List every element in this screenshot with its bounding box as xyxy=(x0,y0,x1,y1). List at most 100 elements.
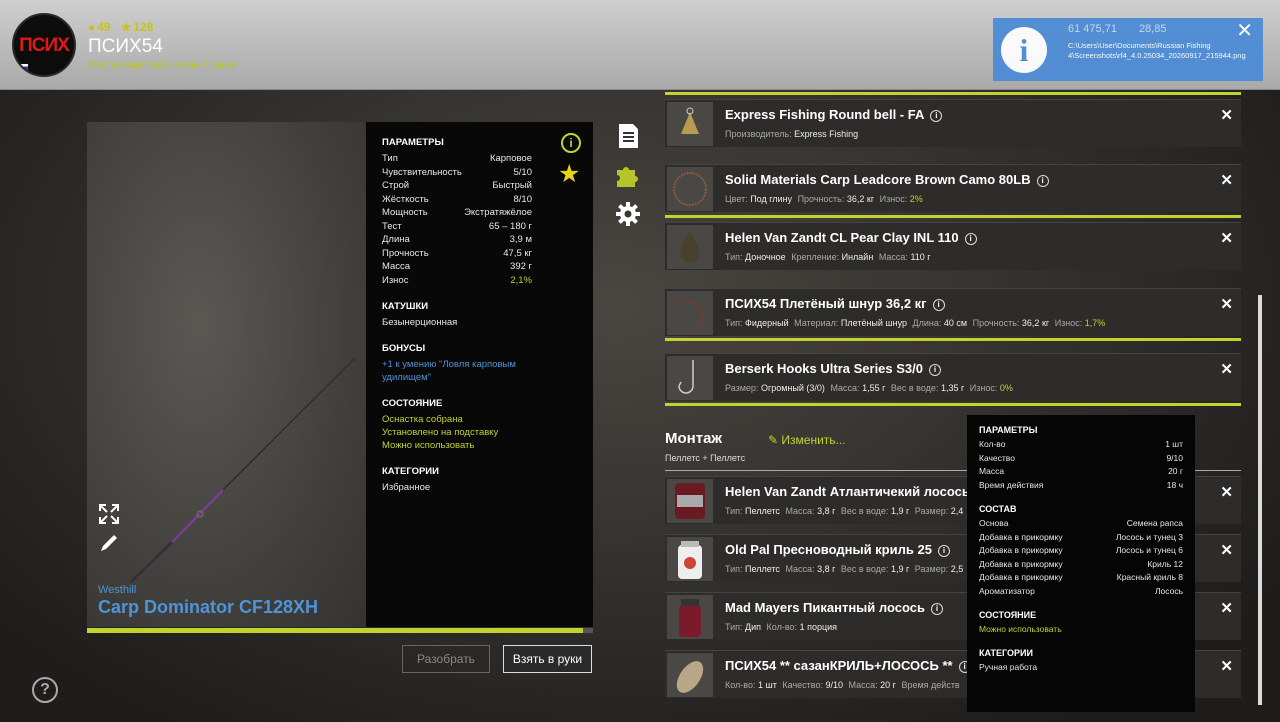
close-icon[interactable]: ✕ xyxy=(1220,483,1233,501)
rod-preview[interactable]: Westhill Carp Dominator CF128XH xyxy=(87,122,366,627)
tooltip-row-value: 1 шт xyxy=(1165,439,1183,449)
pencil-icon[interactable] xyxy=(98,532,120,554)
tackle-item-title: Express Fishing Round bell - FA xyxy=(725,107,925,122)
tackle-item-title: ПСИХ54 Плетёный шнур 36,2 кг xyxy=(725,296,927,311)
bonus-heading: БОНУСЫ xyxy=(382,343,426,354)
tackle-item[interactable]: ПСИХ54 Плетёный шнур 36,2 кг i Тип: Фидерн… xyxy=(665,288,1241,336)
bait-item-prop-label: Качество: xyxy=(782,680,823,690)
close-icon[interactable]: ✕ xyxy=(1236,18,1253,43)
tackle-item-title: Solid Materials Carp Leadcore Brown Camo… xyxy=(725,172,1031,187)
tackle-item-prop-label: Длина: xyxy=(912,318,942,328)
tackle-item-thumbnail xyxy=(667,225,713,269)
close-icon[interactable]: ✕ xyxy=(1220,171,1233,189)
tackle-item-prop-label: Тип: xyxy=(725,318,743,328)
bait-item-prop-value: 9/10 xyxy=(825,680,843,690)
tooltip-row-value: Лосось xyxy=(1154,585,1183,596)
tooltip-row-value: Лосось и тунец 3 xyxy=(1115,531,1183,542)
bait-item-prop-label: Кол-во: xyxy=(766,622,798,632)
player-avatar[interactable]: ПСИХ xyxy=(12,13,76,77)
tooltip-row: Качество 9/10 xyxy=(979,452,1183,466)
disassemble-button[interactable]: Разобрать xyxy=(402,645,490,673)
info-icon[interactable]: i xyxy=(932,299,945,311)
screenshot-notification[interactable]: i 61 475,71 28,85 C:\Users\User\Document… xyxy=(993,18,1263,81)
param-row: Износ 2,1% xyxy=(382,274,577,288)
tackle-item-prop-label: Материал: xyxy=(794,318,839,328)
tooltip-row-value: Лосось и тунец 6 xyxy=(1115,545,1183,555)
tackle-item[interactable]: Solid Materials Carp Leadcore Brown Camo… xyxy=(665,164,1241,212)
close-icon[interactable]: ✕ xyxy=(1220,106,1233,124)
take-in-hands-button[interactable]: Взять в руки xyxy=(503,645,592,673)
param-value: 3,9 м xyxy=(509,234,532,245)
edit-icon: ✎ xyxy=(768,433,782,447)
tackle-item-title: Helen Van Zandt CL Pear Clay INL 110 xyxy=(725,230,959,245)
favorite-star-icon[interactable]: ★ xyxy=(558,162,580,187)
bait-item-prop-value: 2,4 xyxy=(950,506,964,516)
tackle-item-prop-value: 36,2 кг xyxy=(846,194,875,204)
info-icon[interactable]: i xyxy=(930,110,943,122)
info-icon[interactable]: i xyxy=(964,233,977,245)
section-divider xyxy=(665,338,1241,341)
tackle-item-prop-value: 1,7% xyxy=(1084,318,1106,328)
param-label: Строй xyxy=(382,180,410,191)
tooltip-row-label: Добавка в прикормку xyxy=(979,531,1063,542)
param-label: Длина xyxy=(382,234,410,245)
expand-icon[interactable] xyxy=(98,503,120,525)
tackle-item[interactable]: Express Fishing Round bell - FA i Производ… xyxy=(665,99,1241,147)
info-icon[interactable]: i xyxy=(561,133,581,153)
close-icon[interactable]: ✕ xyxy=(1220,360,1233,378)
item-tooltip: ПАРАМЕТРЫ Кол-во 1 шт Качество 9/10 Масса 20 … xyxy=(967,415,1195,712)
bait-item-prop-label: Тип: xyxy=(725,506,743,516)
tackle-item[interactable]: Helen Van Zandt CL Pear Clay INL 110 i Тип… xyxy=(665,222,1241,270)
tackle-item-prop-label: Производитель: xyxy=(725,129,792,139)
player-rank: Мастер карповой ловли 7 ранга xyxy=(88,60,236,71)
star-level-icon: ★ xyxy=(120,20,132,34)
info-icon[interactable]: i xyxy=(929,364,941,376)
bait-item-name: ПСИХ54 ** сазанКРИЛЬ+ЛОСОСЬ ** i xyxy=(725,658,971,673)
top-bar: ПСИХ ● 49 ★ 128 ПСИХ54 Мастер карповой лов… xyxy=(0,0,1280,90)
close-icon[interactable]: ✕ xyxy=(1220,657,1233,675)
avatar-logo-text: ПСИХ xyxy=(19,35,70,56)
help-icon[interactable]: ? xyxy=(32,677,58,703)
tooltip-row-label: Добавка в прикормку xyxy=(979,572,1063,582)
param-row: Прочность 47,5 кг xyxy=(382,247,577,261)
tooltip-row: Добавка в прикормку Лосось и тунец 6 xyxy=(979,544,1183,558)
bait-item-props: Тип: Дип Кол-во: 1 порция xyxy=(725,622,840,632)
param-row: Строй Быстрый xyxy=(382,179,577,193)
tackle-item-prop-value: 40 см xyxy=(943,318,968,328)
tackle-item-prop-label: Масса: xyxy=(830,383,860,393)
tooltip-category: Ручная работа xyxy=(979,662,1038,672)
state-heading: СОСТОЯНИЕ xyxy=(382,398,443,409)
close-icon[interactable]: ✕ xyxy=(1220,599,1233,617)
bait-item-name: Mad Mayers Пикантный лосось i xyxy=(725,600,943,615)
bait-item-prop-value: 1 шт xyxy=(758,680,777,690)
param-label: Тип xyxy=(382,153,398,164)
info-icon[interactable]: i xyxy=(930,603,943,615)
tooltip-row-value: Семена рапса xyxy=(1126,518,1183,528)
close-icon[interactable]: ✕ xyxy=(1220,541,1233,559)
tackle-item[interactable]: Berserk Hooks Ultra Series S3/0 i Размер: … xyxy=(665,353,1241,401)
info-icon[interactable]: i xyxy=(937,545,950,557)
tooltip-row: Основа Семена рапса xyxy=(979,517,1183,531)
tackle-item-props: Цвет: Под глину Прочность: 36,2 кг Износ… xyxy=(725,194,926,204)
notification-icon-box: i xyxy=(993,18,1055,81)
tackle-item-prop-value: Express Fishing xyxy=(794,129,859,139)
document-icon[interactable] xyxy=(614,122,642,150)
close-icon[interactable]: ✕ xyxy=(1220,229,1233,247)
bonus-value: +1 к умению "Ловля карповым удилищем" xyxy=(382,359,516,383)
close-icon[interactable]: ✕ xyxy=(1220,295,1233,313)
tackle-item-prop-label: Тип: xyxy=(725,252,743,262)
tooltip-row-value: 20 г xyxy=(1168,466,1183,476)
gear-icon[interactable] xyxy=(614,200,642,228)
tooltip-row-value: 18 ч xyxy=(1166,479,1183,490)
param-label: Тест xyxy=(382,220,402,232)
puzzle-icon[interactable] xyxy=(614,161,642,189)
param-row: Тест 65 – 180 г xyxy=(382,220,577,234)
param-label: Жёсткость xyxy=(382,193,429,205)
player-name: ПСИХ54 xyxy=(88,36,163,57)
reels-heading: КАТУШКИ xyxy=(382,301,429,312)
change-montage-button[interactable]: ✎ Изменить... xyxy=(768,433,846,447)
scrollbar[interactable] xyxy=(1258,295,1262,705)
screenshot-path: C:\Users\User\Documents\Russian Fishing … xyxy=(1068,41,1246,60)
info-icon[interactable]: i xyxy=(1036,175,1049,187)
param-label: Чувствительность xyxy=(382,166,462,178)
